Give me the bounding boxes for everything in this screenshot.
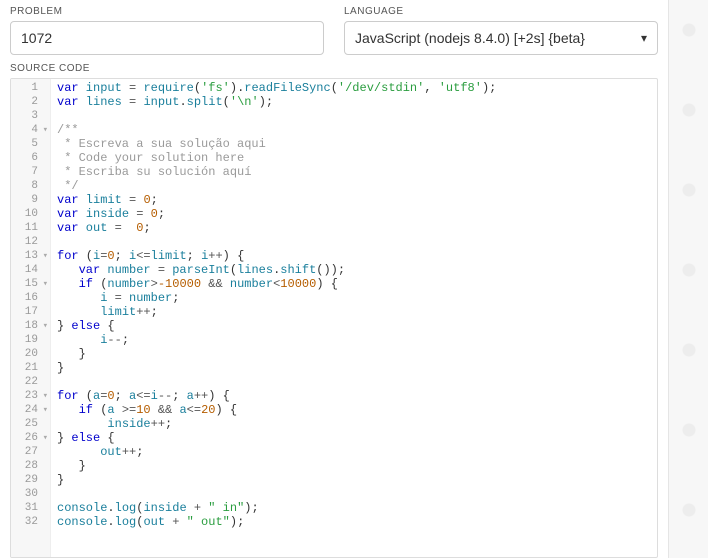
code-line[interactable]: * Escreva a sua solução aqui bbox=[57, 137, 651, 151]
code-line[interactable]: var number = parseInt(lines.shift()); bbox=[57, 263, 651, 277]
gutter-line: 29 bbox=[11, 473, 48, 487]
gutter-line: 15 bbox=[11, 277, 48, 291]
gutter-line: 20 bbox=[11, 347, 48, 361]
code-line[interactable]: for (a=0; a<=i--; a++) { bbox=[57, 389, 651, 403]
decorative-sidebar bbox=[668, 0, 708, 558]
code-line[interactable]: } bbox=[57, 361, 651, 375]
code-line[interactable]: i--; bbox=[57, 333, 651, 347]
code-line[interactable]: } bbox=[57, 347, 651, 361]
gutter-line: 8 bbox=[11, 179, 48, 193]
gutter-line: 7 bbox=[11, 165, 48, 179]
language-field-group: LANGUAGE JavaScript (nodejs 8.4.0) [+2s]… bbox=[344, 6, 658, 55]
gutter-line: 13 bbox=[11, 249, 48, 263]
gutter-line: 11 bbox=[11, 221, 48, 235]
gutter-line: 32 bbox=[11, 515, 48, 529]
code-line[interactable]: /** bbox=[57, 123, 651, 137]
code-line[interactable]: var inside = 0; bbox=[57, 207, 651, 221]
gutter-line: 30 bbox=[11, 487, 48, 501]
source-code-label: SOURCE CODE bbox=[10, 63, 658, 74]
code-line[interactable]: var out = 0; bbox=[57, 221, 651, 235]
gutter-line: 9 bbox=[11, 193, 48, 207]
chevron-down-icon: ▾ bbox=[641, 31, 647, 45]
code-line[interactable]: console.log(inside + " in"); bbox=[57, 501, 651, 515]
code-line[interactable]: inside++; bbox=[57, 417, 651, 431]
problem-label: PROBLEM bbox=[10, 6, 324, 17]
gutter-line: 26 bbox=[11, 431, 48, 445]
gutter-line: 28 bbox=[11, 459, 48, 473]
code-editor[interactable]: 1234567891011121314151617181920212223242… bbox=[10, 78, 658, 558]
gutter-line: 12 bbox=[11, 235, 48, 249]
editor-gutter: 1234567891011121314151617181920212223242… bbox=[11, 79, 51, 557]
main-panel: PROBLEM LANGUAGE JavaScript (nodejs 8.4.… bbox=[0, 0, 668, 558]
code-line[interactable] bbox=[57, 235, 651, 249]
gutter-line: 5 bbox=[11, 137, 48, 151]
code-line[interactable]: i = number; bbox=[57, 291, 651, 305]
language-value: JavaScript (nodejs 8.4.0) [+2s] {beta} bbox=[355, 30, 585, 46]
gutter-line: 1 bbox=[11, 81, 48, 95]
code-line[interactable]: } bbox=[57, 459, 651, 473]
code-line[interactable]: } else { bbox=[57, 431, 651, 445]
code-line[interactable]: out++; bbox=[57, 445, 651, 459]
code-line[interactable]: * Code your solution here bbox=[57, 151, 651, 165]
code-line[interactable] bbox=[57, 109, 651, 123]
gutter-line: 22 bbox=[11, 375, 48, 389]
top-controls: PROBLEM LANGUAGE JavaScript (nodejs 8.4.… bbox=[10, 6, 658, 55]
gutter-line: 19 bbox=[11, 333, 48, 347]
gutter-line: 23 bbox=[11, 389, 48, 403]
problem-field-group: PROBLEM bbox=[10, 6, 324, 55]
code-line[interactable]: */ bbox=[57, 179, 651, 193]
gutter-line: 14 bbox=[11, 263, 48, 277]
code-line[interactable]: if (a >=10 && a<=20) { bbox=[57, 403, 651, 417]
gutter-line: 24 bbox=[11, 403, 48, 417]
gutter-line: 2 bbox=[11, 95, 48, 109]
code-line[interactable]: for (i=0; i<=limit; i++) { bbox=[57, 249, 651, 263]
gutter-line: 27 bbox=[11, 445, 48, 459]
problem-input[interactable] bbox=[10, 21, 324, 55]
code-line[interactable]: var limit = 0; bbox=[57, 193, 651, 207]
gutter-line: 16 bbox=[11, 291, 48, 305]
code-line[interactable]: console.log(out + " out"); bbox=[57, 515, 651, 529]
code-line[interactable]: } else { bbox=[57, 319, 651, 333]
code-line[interactable]: * Escriba su solución aquí bbox=[57, 165, 651, 179]
gutter-line: 25 bbox=[11, 417, 48, 431]
code-line[interactable] bbox=[57, 375, 651, 389]
language-select[interactable]: JavaScript (nodejs 8.4.0) [+2s] {beta} ▾ bbox=[344, 21, 658, 55]
gutter-line: 10 bbox=[11, 207, 48, 221]
gutter-line: 3 bbox=[11, 109, 48, 123]
language-label: LANGUAGE bbox=[344, 6, 658, 17]
code-line[interactable]: limit++; bbox=[57, 305, 651, 319]
gutter-line: 21 bbox=[11, 361, 48, 375]
gutter-line: 6 bbox=[11, 151, 48, 165]
gutter-line: 4 bbox=[11, 123, 48, 137]
code-line[interactable] bbox=[57, 487, 651, 501]
code-line[interactable]: } bbox=[57, 473, 651, 487]
gutter-line: 31 bbox=[11, 501, 48, 515]
gutter-line: 17 bbox=[11, 305, 48, 319]
gutter-line: 18 bbox=[11, 319, 48, 333]
code-line[interactable]: var lines = input.split('\n'); bbox=[57, 95, 651, 109]
editor-code-area[interactable]: var input = require('fs').readFileSync('… bbox=[51, 79, 657, 557]
code-line[interactable]: if (number>-10000 && number<10000) { bbox=[57, 277, 651, 291]
code-line[interactable]: var input = require('fs').readFileSync('… bbox=[57, 81, 651, 95]
